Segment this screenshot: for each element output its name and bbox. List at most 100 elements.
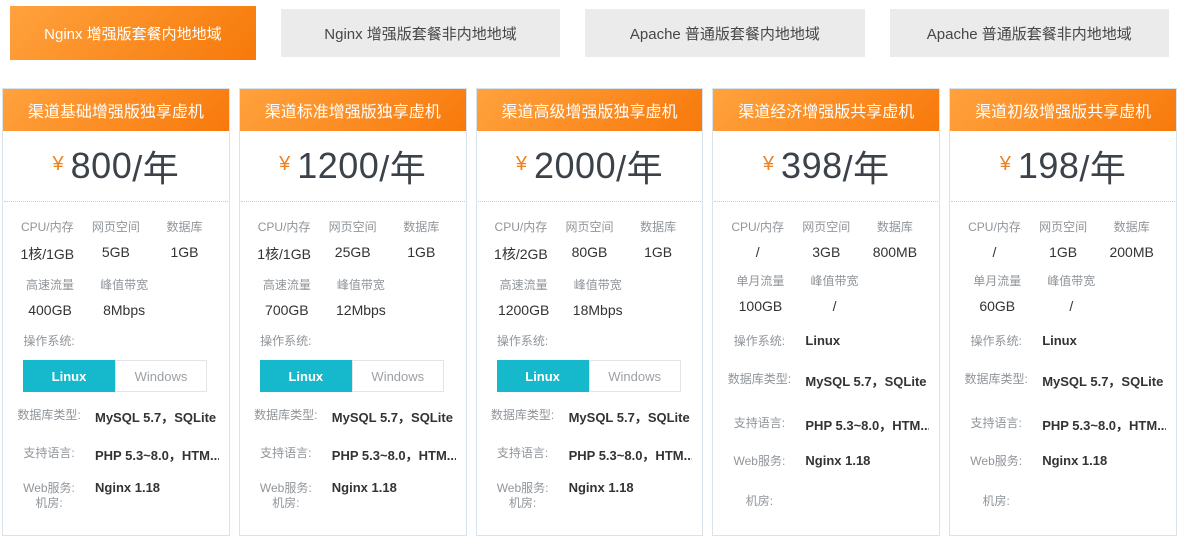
plan-card: 渠道初级增强版共享虚机 ¥198/年 CPU/内存/ 网页空间1GB 数据库20… bbox=[949, 88, 1177, 536]
datacenter-row: 机房: bbox=[960, 492, 1166, 510]
webserver-row: Web服务:Nginx 1.18 bbox=[723, 452, 929, 470]
currency-symbol: ¥ bbox=[763, 153, 774, 176]
dbtype-row: 数据库类型:MySQL 5.7，SQLite bbox=[960, 370, 1166, 390]
language-row: 支持语言:PHP 5.3~8.0，HTM... bbox=[723, 414, 929, 434]
price-unit: /年 bbox=[132, 140, 179, 192]
webserver-row: Web服务:Nginx 1.18 bbox=[960, 452, 1166, 470]
price-amount: 2000 bbox=[534, 145, 616, 187]
language-row: 支持语言:PHP 5.3~8.0，HTM... bbox=[250, 444, 456, 464]
spec-grid: CPU/内存/ 网页空间3GB 数据库800MB 单月流量100GB 峰值带宽/ bbox=[713, 202, 939, 314]
spec-bandwidth: 峰值带宽12Mbps bbox=[324, 276, 398, 318]
spec-webspace: 网页空间3GB bbox=[792, 218, 861, 260]
spec-grid: CPU/内存1核/1GB 网页空间25GB 数据库1GB 高速流量700GB 峰… bbox=[240, 202, 466, 318]
currency-symbol: ¥ bbox=[279, 153, 290, 176]
price-amount: 198 bbox=[1018, 145, 1080, 187]
plan-price: ¥2000/年 bbox=[478, 131, 702, 202]
os-row: 操作系统: bbox=[487, 332, 693, 350]
price-unit: /年 bbox=[616, 140, 663, 192]
plan-title: 渠道初级增强版共享虚机 bbox=[950, 89, 1176, 131]
spec-cpu: CPU/内存1核/2GB bbox=[487, 218, 556, 264]
os-row: 操作系统:Linux bbox=[960, 332, 1166, 350]
plan-price: ¥800/年 bbox=[4, 131, 228, 202]
spec-database: 数据库1GB bbox=[624, 218, 693, 264]
spec-bandwidth: 峰值带宽18Mbps bbox=[561, 276, 635, 318]
os-option-linux[interactable]: Linux bbox=[497, 360, 589, 392]
spec-grid: CPU/内存1核/1GB 网页空间5GB 数据库1GB 高速流量400GB 峰值… bbox=[3, 202, 229, 318]
spec-bandwidth: 峰值带宽8Mbps bbox=[87, 276, 161, 318]
datacenter-row: 机房: bbox=[487, 494, 693, 512]
spec-cpu: CPU/内存1核/1GB bbox=[250, 218, 319, 264]
spec-cpu: CPU/内存1核/1GB bbox=[13, 218, 82, 264]
spec-traffic: 高速流量1200GB bbox=[487, 276, 561, 318]
price-amount: 398 bbox=[781, 145, 843, 187]
os-row: 操作系统:Linux bbox=[723, 332, 929, 350]
plan-title: 渠道经济增强版共享虚机 bbox=[713, 89, 939, 131]
spec-traffic: 高速流量700GB bbox=[250, 276, 324, 318]
spec-webspace: 网页空间25GB bbox=[318, 218, 387, 264]
spec-database: 数据库1GB bbox=[150, 218, 219, 264]
language-row: 支持语言:PHP 5.3~8.0，HTM... bbox=[13, 444, 219, 464]
plan-title: 渠道基础增强版独享虚机 bbox=[3, 89, 229, 131]
os-option-windows[interactable]: Windows bbox=[589, 360, 681, 392]
price-amount: 1200 bbox=[297, 145, 379, 187]
plan-title: 渠道高级增强版独享虚机 bbox=[477, 89, 703, 131]
price-unit: /年 bbox=[843, 140, 890, 192]
spec-grid: CPU/内存1核/2GB 网页空间80GB 数据库1GB 高速流量1200GB … bbox=[477, 202, 703, 318]
price-unit: /年 bbox=[1079, 140, 1126, 192]
tab-nginx-enhanced-overseas[interactable]: Nginx 增强版套餐非内地地域 bbox=[281, 9, 560, 57]
os-toggle: Linux Windows bbox=[497, 360, 693, 392]
dbtype-row: 数据库类型:MySQL 5.7，SQLite bbox=[250, 406, 456, 426]
currency-symbol: ¥ bbox=[1000, 153, 1011, 176]
spec-traffic: 高速流量400GB bbox=[13, 276, 87, 318]
spec-traffic: 单月流量60GB bbox=[960, 272, 1034, 314]
plan-card-list: 渠道基础增强版独享虚机 ¥800/年 CPU/内存1核/1GB 网页空间5GB … bbox=[0, 88, 1179, 536]
dbtype-row: 数据库类型:MySQL 5.7，SQLite bbox=[487, 406, 693, 426]
spec-webspace: 网页空间80GB bbox=[555, 218, 624, 264]
os-toggle: Linux Windows bbox=[260, 360, 456, 392]
spec-cpu: CPU/内存/ bbox=[723, 218, 792, 260]
plan-price: ¥198/年 bbox=[951, 131, 1175, 202]
spec-grid: CPU/内存/ 网页空间1GB 数据库200MB 单月流量60GB 峰值带宽/ bbox=[950, 202, 1176, 314]
spec-webspace: 网页空间1GB bbox=[1029, 218, 1098, 260]
language-row: 支持语言:PHP 5.3~8.0，HTM... bbox=[960, 414, 1166, 434]
os-option-windows[interactable]: Windows bbox=[115, 360, 207, 392]
datacenter-row: 机房: bbox=[13, 494, 219, 512]
plan-card: 渠道经济增强版共享虚机 ¥398/年 CPU/内存/ 网页空间3GB 数据库80… bbox=[712, 88, 940, 536]
os-option-windows[interactable]: Windows bbox=[352, 360, 444, 392]
detail-rows: 操作系统: Linux Windows 数据库类型:MySQL 5.7，SQLi… bbox=[3, 318, 229, 512]
detail-rows: 操作系统:Linux 数据库类型:MySQL 5.7，SQLite 支持语言:P… bbox=[950, 314, 1176, 510]
dbtype-row: 数据库类型:MySQL 5.7，SQLite bbox=[723, 370, 929, 390]
price-amount: 800 bbox=[71, 145, 133, 187]
spec-traffic: 单月流量100GB bbox=[723, 272, 797, 314]
spec-database: 数据库800MB bbox=[861, 218, 930, 260]
price-unit: /年 bbox=[379, 140, 426, 192]
plan-price: ¥1200/年 bbox=[241, 131, 465, 202]
spec-bandwidth: 峰值带宽/ bbox=[797, 272, 871, 314]
detail-rows: 操作系统: Linux Windows 数据库类型:MySQL 5.7，SQLi… bbox=[240, 318, 466, 512]
plan-price: ¥398/年 bbox=[714, 131, 938, 202]
tab-apache-basic-mainland[interactable]: Apache 普通版套餐内地地域 bbox=[585, 9, 864, 57]
spec-database: 数据库200MB bbox=[1097, 218, 1166, 260]
datacenter-row: 机房: bbox=[723, 492, 929, 510]
plan-card: 渠道高级增强版独享虚机 ¥2000/年 CPU/内存1核/2GB 网页空间80G… bbox=[476, 88, 704, 536]
os-row: 操作系统: bbox=[250, 332, 456, 350]
currency-symbol: ¥ bbox=[516, 153, 527, 176]
os-option-linux[interactable]: Linux bbox=[260, 360, 352, 392]
spec-webspace: 网页空间5GB bbox=[82, 218, 151, 264]
os-option-linux[interactable]: Linux bbox=[23, 360, 115, 392]
detail-rows: 操作系统:Linux 数据库类型:MySQL 5.7，SQLite 支持语言:P… bbox=[713, 314, 939, 510]
tab-nginx-enhanced-mainland[interactable]: Nginx 增强版套餐内地地域 bbox=[10, 6, 256, 60]
plan-card: 渠道标准增强版独享虚机 ¥1200/年 CPU/内存1核/1GB 网页空间25G… bbox=[239, 88, 467, 536]
spec-database: 数据库1GB bbox=[387, 218, 456, 264]
os-row: 操作系统: bbox=[13, 332, 219, 350]
tab-apache-basic-overseas[interactable]: Apache 普通版套餐非内地地域 bbox=[890, 9, 1169, 57]
plan-tab-bar: Nginx 增强版套餐内地地域 Nginx 增强版套餐非内地地域 Apache … bbox=[0, 0, 1179, 60]
spec-cpu: CPU/内存/ bbox=[960, 218, 1029, 260]
plan-title: 渠道标准增强版独享虚机 bbox=[240, 89, 466, 131]
detail-rows: 操作系统: Linux Windows 数据库类型:MySQL 5.7，SQLi… bbox=[477, 318, 703, 512]
datacenter-row: 机房: bbox=[250, 494, 456, 512]
os-toggle: Linux Windows bbox=[23, 360, 219, 392]
currency-symbol: ¥ bbox=[53, 153, 64, 176]
plan-card: 渠道基础增强版独享虚机 ¥800/年 CPU/内存1核/1GB 网页空间5GB … bbox=[2, 88, 230, 536]
language-row: 支持语言:PHP 5.3~8.0，HTM... bbox=[487, 444, 693, 464]
